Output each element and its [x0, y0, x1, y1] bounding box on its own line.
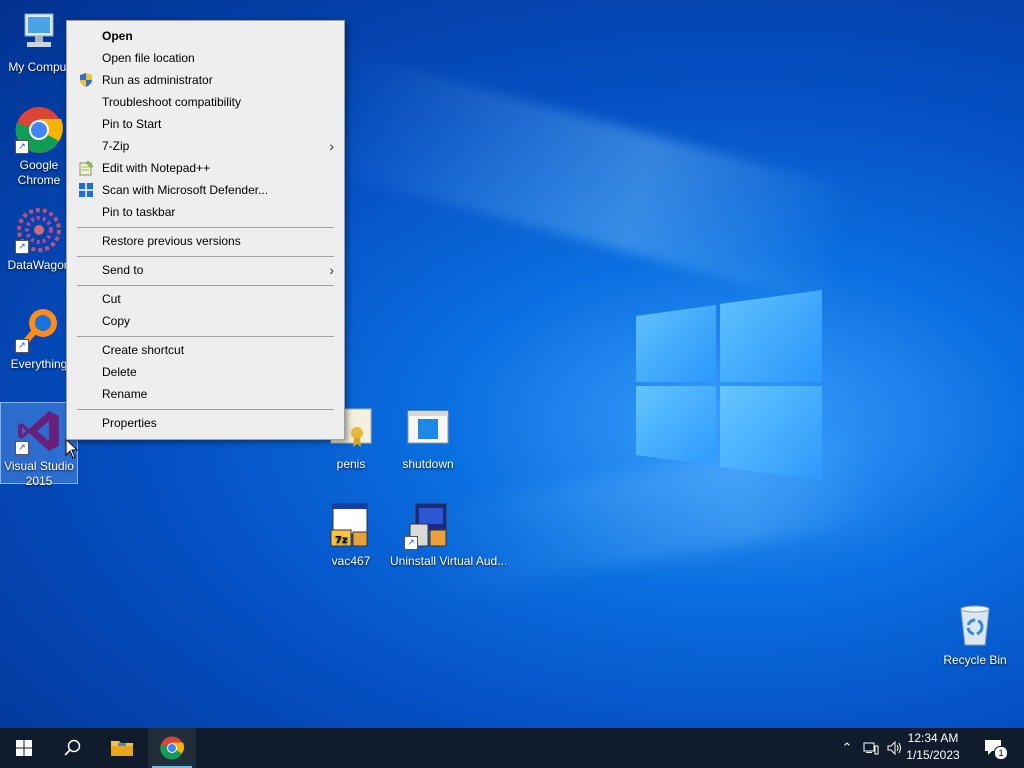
menu-item-send-to[interactable]: Send to ›: [69, 259, 342, 281]
menu-item-restore-previous-versions[interactable]: Restore previous versions: [69, 230, 342, 252]
search-button[interactable]: [48, 728, 96, 768]
desktop-icon-vac467[interactable]: 7z vac467: [313, 502, 389, 569]
show-hidden-icons-chevron-icon[interactable]: ⌃: [838, 738, 856, 758]
clock-time: 12:34 AM: [907, 731, 959, 745]
everything-search-icon: ↗: [15, 305, 63, 353]
clock-date: 1/15/2023: [906, 748, 960, 762]
chrome-taskbar-button[interactable]: [148, 728, 196, 768]
notification-count-badge: 1: [994, 746, 1008, 760]
menu-item-copy[interactable]: Copy: [69, 310, 342, 332]
shortcut-arrow-icon: ↗: [15, 140, 29, 154]
desktop-icon-uninstall-virtual-audio[interactable]: ↗ Uninstall Virtual Aud...: [390, 502, 508, 569]
folder-icon: [111, 741, 133, 756]
windows-wallpaper-logo: [636, 290, 822, 480]
chrome-icon: ↗: [15, 106, 63, 154]
shortcut-arrow-icon: ↗: [15, 240, 29, 254]
notepadpp-icon: [78, 160, 94, 176]
menu-separator: [77, 285, 334, 286]
menu-separator: [77, 336, 334, 337]
menu-item-7-zip[interactable]: 7-Zip ›: [69, 135, 342, 157]
desktop-icon-label: shutdown: [402, 457, 454, 471]
start-button[interactable]: [0, 728, 48, 768]
desktop-icon-label: Visual Studio 2015: [4, 459, 74, 488]
desktop-icon-label: penis: [336, 457, 366, 471]
menu-separator: [77, 409, 334, 410]
menu-item-scan-with-defender[interactable]: Scan with Microsoft Defender...: [69, 179, 342, 201]
desktop-icon-shutdown[interactable]: shutdown: [390, 405, 466, 472]
submenu-arrow-icon: ›: [329, 138, 334, 154]
wallpaper-light-beam: [323, 54, 857, 306]
defender-icon: [78, 182, 94, 198]
desktop-icon-label: vac467: [331, 554, 371, 568]
context-menu: Open Open file location Run as administr…: [66, 20, 345, 440]
mouse-cursor-icon: [65, 438, 79, 459]
menu-item-edit-with-notepadpp[interactable]: Edit with Notepad++: [69, 157, 342, 179]
menu-item-properties[interactable]: Properties: [69, 412, 342, 434]
menu-item-pin-to-taskbar[interactable]: Pin to taskbar: [69, 201, 342, 223]
visual-studio-icon: ↗: [15, 407, 63, 455]
installer-package-icon: 7z: [327, 502, 375, 550]
menu-separator: [77, 256, 334, 257]
menu-item-create-shortcut[interactable]: Create shortcut: [69, 339, 342, 361]
search-icon: [64, 739, 81, 756]
uac-shield-icon: [78, 72, 94, 88]
desktop-icon-recycle-bin[interactable]: Recycle Bin: [937, 601, 1013, 668]
menu-item-troubleshoot-compatibility[interactable]: Troubleshoot compatibility: [69, 91, 342, 113]
shortcut-arrow-icon: ↗: [404, 536, 418, 550]
shortcut-arrow-icon: ↗: [15, 339, 29, 353]
desktop-icon-label: Recycle Bin: [943, 653, 1007, 667]
menu-item-run-as-administrator[interactable]: Run as administrator: [69, 69, 342, 91]
shortcut-arrow-icon: ↗: [15, 441, 29, 455]
windows-start-icon: [16, 740, 32, 756]
taskbar-clock[interactable]: 12:34 AM 1/15/2023: [900, 730, 966, 764]
file-explorer-button[interactable]: [98, 728, 146, 768]
submenu-arrow-icon: ›: [329, 262, 334, 278]
network-icon[interactable]: [862, 738, 880, 758]
menu-separator: [77, 227, 334, 228]
recycle-bin-icon: [951, 601, 999, 649]
action-center-notifications-icon[interactable]: 1: [982, 738, 1008, 760]
application-window-icon: [404, 405, 452, 453]
menu-item-cut[interactable]: Cut: [69, 288, 342, 310]
datawagon-icon: ↗: [15, 206, 63, 254]
computer-icon: [15, 8, 63, 56]
taskbar: ⌃ 12:34 AM 1/15/2023 1: [0, 728, 1024, 768]
svg-text:7z: 7z: [335, 535, 348, 546]
menu-item-delete[interactable]: Delete: [69, 361, 342, 383]
uninstaller-icon: ↗: [404, 502, 452, 550]
menu-item-pin-to-start[interactable]: Pin to Start: [69, 113, 342, 135]
menu-item-open-file-location[interactable]: Open file location: [69, 47, 342, 69]
chrome-icon: [160, 736, 184, 760]
menu-item-open[interactable]: Open: [69, 25, 342, 47]
desktop-icon-label: Uninstall Virtual Aud...: [390, 554, 508, 568]
menu-item-rename[interactable]: Rename: [69, 383, 342, 405]
